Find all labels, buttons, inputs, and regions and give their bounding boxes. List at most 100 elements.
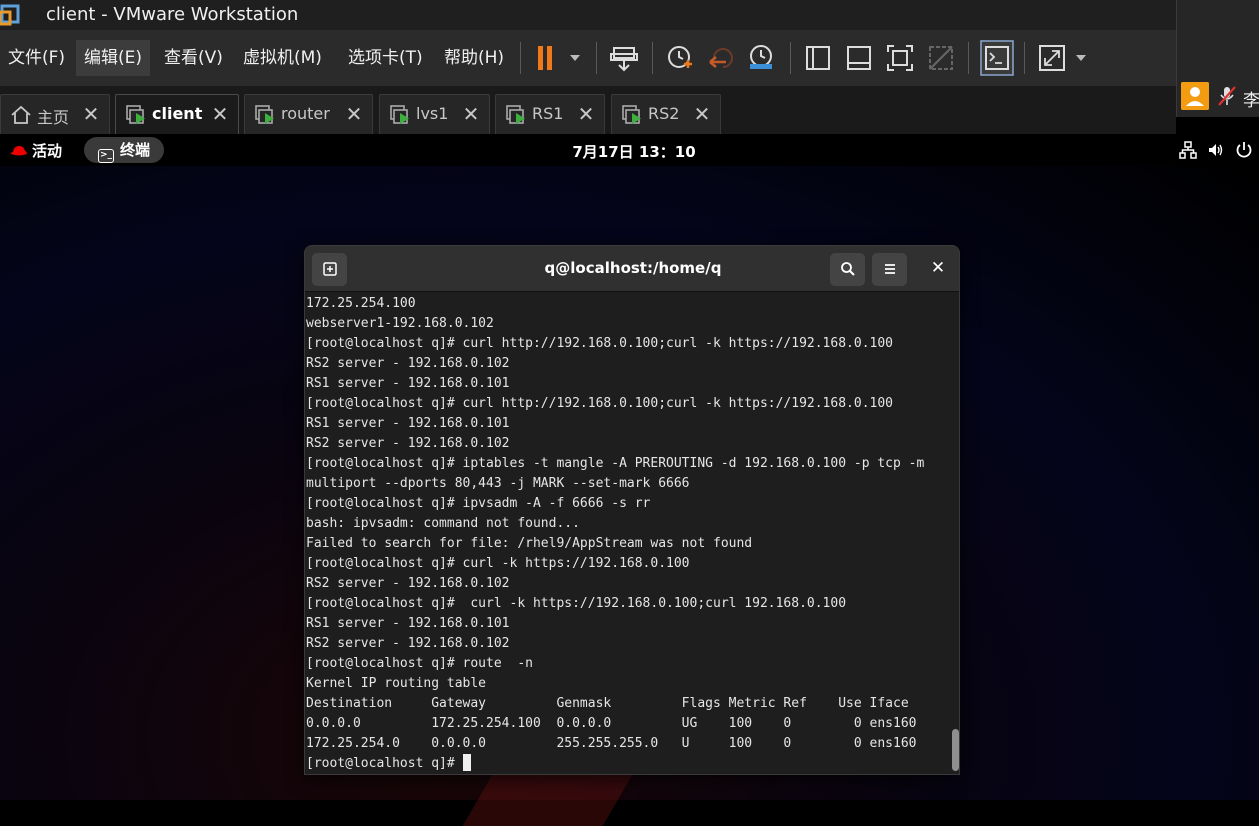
console-view-icon[interactable] (980, 40, 1014, 76)
home-icon (11, 105, 31, 124)
terminal-line: multiport --dports 80,443 -j MARK --set-… (306, 476, 690, 491)
tab-router[interactable]: router ✕ (244, 94, 373, 134)
terminal-line: RS1 server - 192.168.0.101 (306, 416, 510, 431)
terminal-output[interactable]: 172.25.254.100 webserver1-192.168.0.102 [r… (305, 294, 950, 774)
sidebar-toggle-icon[interactable] (802, 42, 834, 74)
clock[interactable]: 7月17日 13：10 (0, 141, 1259, 162)
close-icon[interactable]: ✕ (576, 103, 596, 125)
close-icon[interactable]: ✕ (461, 103, 481, 125)
pause-button[interactable] (532, 42, 582, 74)
menu-vm[interactable]: 虚拟机(M) (235, 40, 330, 76)
vm-icon (390, 105, 409, 124)
unity-mode-icon[interactable] (925, 42, 957, 74)
tab-label: 主页 (37, 108, 70, 127)
snapshot-manager-icon[interactable] (746, 42, 778, 74)
terminal-scrollbar[interactable] (950, 294, 959, 774)
toolbar-separator (790, 42, 791, 74)
terminal-line: [root@localhost q]# curl -k https://192.… (306, 596, 847, 611)
search-icon (840, 262, 855, 276)
toolbar-separator (652, 42, 653, 74)
tab-label: lvs1 (416, 104, 449, 123)
terminal-line: RS2 server - 192.168.0.102 (306, 436, 510, 451)
terminal-line: webserver1-192.168.0.102 (306, 316, 494, 331)
terminal-line: [root@localhost q]# curl http://192.168.… (306, 396, 893, 411)
tab-rs1[interactable]: RS1 ✕ (495, 94, 605, 134)
terminal-prompt-line[interactable]: [root@localhost q]# (306, 754, 950, 774)
vm-icon (622, 105, 641, 124)
terminal-line: [root@localhost q]# ipvsadm -A -f 6666 -… (306, 496, 651, 511)
volume-icon[interactable] (1207, 141, 1225, 159)
close-icon[interactable]: ✕ (929, 257, 947, 279)
vm-icon (255, 105, 274, 124)
terminal-line: 0.0.0.0 172.25.254.100 0.0.0.0 UG 100 0 … (306, 716, 917, 731)
close-icon[interactable]: ✕ (344, 103, 364, 125)
title-bar: client - VMware Workstation (0, 0, 1176, 30)
network-icon[interactable] (1179, 141, 1197, 159)
chevron-down-icon (1076, 55, 1086, 61)
hamburger-menu-button[interactable] (872, 253, 907, 286)
terminal-header-bar: q@localhost:/home/q ✕ (305, 246, 959, 292)
text-cursor (462, 754, 471, 771)
window-title: client - VMware Workstation (46, 4, 299, 25)
vm-tab-bar: 主页 ✕ client ✕ router ✕ lvs1 ✕ RS1 ✕ RS2 … (0, 86, 1176, 134)
terminal-line: RS2 server - 192.168.0.102 (306, 576, 510, 591)
mic-muted-icon[interactable] (1215, 84, 1239, 108)
close-icon[interactable]: ✕ (692, 103, 712, 125)
tab-home[interactable]: 主页 ✕ (0, 94, 110, 134)
menu-help[interactable]: 帮助(H) (436, 40, 512, 76)
wallpaper-accent (462, 766, 638, 826)
tab-lvs1[interactable]: lvs1 ✕ (379, 94, 490, 134)
snapshot-revert-icon[interactable] (706, 42, 738, 74)
terminal-line: RS2 server - 192.168.0.102 (306, 356, 510, 371)
menu-bar: 文件(F) 编辑(E) 查看(V) 虚拟机(M) 选项卡(T) 帮助(H) (0, 30, 1176, 86)
vm-icon (126, 105, 145, 124)
host-side-panel: 李 (1176, 0, 1259, 117)
terminal-line: bash: ipvsadm: command not found... (306, 516, 580, 531)
toolbar-separator (1024, 42, 1025, 74)
system-tray[interactable] (1179, 141, 1253, 159)
terminal-line: RS2 server - 192.168.0.102 (306, 636, 510, 651)
terminal-line: [root@localhost q]# curl http://192.168.… (306, 336, 893, 351)
terminal-line: [root@localhost q]# iptables -t mangle -… (306, 456, 925, 471)
terminal-line: 172.25.254.100 (306, 296, 416, 311)
hamburger-icon (884, 264, 895, 274)
search-button[interactable] (830, 253, 865, 286)
snapshot-take-icon[interactable] (664, 42, 696, 74)
tab-label: RS1 (532, 104, 564, 123)
terminal-line: Failed to search for file: /rhel9/AppStr… (306, 536, 753, 551)
tab-label: router (281, 104, 330, 123)
thumbnail-bar-icon[interactable] (843, 42, 875, 74)
tab-label: RS2 (648, 104, 680, 123)
power-icon[interactable] (1235, 141, 1253, 159)
user-name-initial: 李 (1243, 91, 1259, 111)
terminal-line: 172.25.254.0 0.0.0.0 255.255.255.0 U 100… (306, 736, 917, 751)
menu-file[interactable]: 文件(F) (0, 40, 73, 76)
scrollbar-thumb[interactable] (952, 729, 959, 771)
fullscreen-icon[interactable] (884, 42, 916, 74)
tab-label: client (152, 104, 203, 123)
close-icon[interactable]: ✕ (210, 103, 230, 125)
toolbar-separator (596, 42, 597, 74)
stretch-guest-button[interactable] (1036, 42, 1088, 74)
terminal-window[interactable]: q@localhost:/home/q ✕ 172.25.254.100 webs… (304, 245, 960, 775)
terminal-line: Destination Gateway Genmask Flags Metric… (306, 696, 909, 711)
tab-rs2[interactable]: RS2 ✕ (611, 94, 721, 134)
vm-icon (506, 105, 525, 124)
send-ctrl-alt-del-icon[interactable] (608, 42, 640, 74)
terminal-line: [root@localhost q]# curl -k https://192.… (306, 556, 690, 571)
tab-client[interactable]: client ✕ (115, 94, 239, 134)
chevron-down-icon (570, 55, 580, 61)
terminal-line: RS1 server - 192.168.0.101 (306, 376, 510, 391)
toolbar-separator (968, 42, 969, 74)
menu-edit[interactable]: 编辑(E) (76, 40, 151, 76)
vmware-app-icon (0, 4, 20, 26)
terminal-line: Kernel IP routing table (306, 676, 487, 691)
shell-prompt: [root@localhost q]# (306, 756, 463, 771)
toolbar-separator (520, 42, 521, 74)
user-icon[interactable] (1181, 82, 1209, 110)
gnome-top-bar: 活动 >_ 终端 7月17日 13：10 (0, 134, 1259, 166)
menu-tabs[interactable]: 选项卡(T) (340, 40, 431, 76)
menu-view[interactable]: 查看(V) (156, 40, 231, 76)
terminal-line: [root@localhost q]# route -n (306, 656, 533, 671)
close-icon[interactable]: ✕ (81, 103, 101, 125)
